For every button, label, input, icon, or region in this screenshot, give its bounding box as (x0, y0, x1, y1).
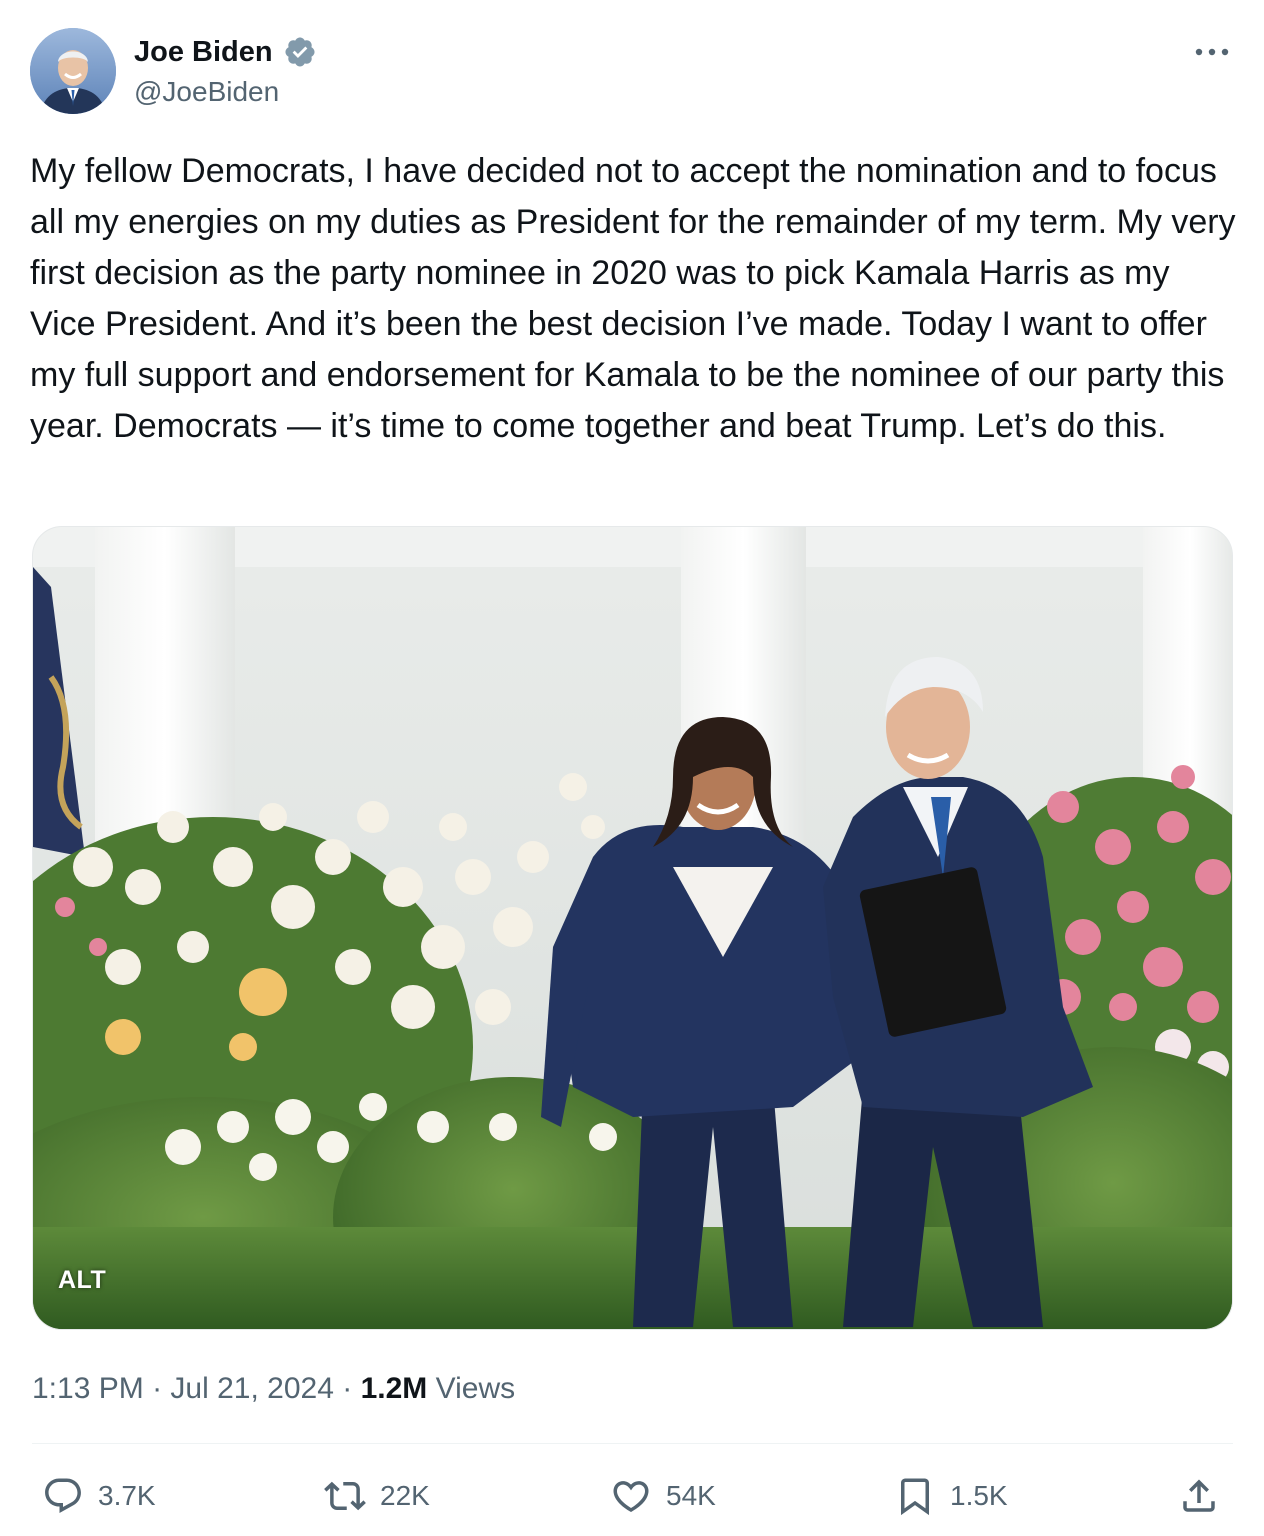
alt-badge[interactable]: ALT (58, 1266, 106, 1295)
repost-icon (324, 1481, 366, 1511)
tweet-date[interactable]: Jul 21, 2024 (170, 1372, 333, 1405)
author-name[interactable]: Joe Biden (134, 34, 273, 70)
meta-separator: · (342, 1372, 353, 1405)
bookmark-count: 1.5K (950, 1480, 1008, 1511)
tweet-header: Joe Biden @JoeBiden (30, 28, 1240, 114)
avatar[interactable] (30, 28, 116, 114)
views-count: 1.2M (360, 1372, 428, 1405)
verified-badge-icon[interactable] (283, 35, 317, 69)
like-count: 54K (666, 1480, 716, 1511)
share-button[interactable] (1178, 1466, 1234, 1526)
reply-button[interactable]: 3.7K (42, 1466, 156, 1526)
share-icon (1183, 1479, 1215, 1512)
tweet-photo[interactable] (32, 526, 1233, 1330)
tweet-meta: 1:13 PM · Jul 21, 2024 · 1.2M Views (32, 1368, 515, 1410)
views-label: Views (435, 1372, 516, 1405)
divider (32, 1443, 1233, 1444)
action-bar: 3.7K 22K 54K 1.5K (32, 1466, 1233, 1526)
author-handle[interactable]: @JoeBiden (134, 74, 317, 110)
tweet-text: My fellow Democrats, I have decided not … (30, 152, 1246, 445)
repost-count: 22K (380, 1480, 430, 1511)
more-horizontal-icon[interactable] (1192, 42, 1232, 62)
meta-separator: · (152, 1372, 163, 1405)
reply-icon (45, 1478, 81, 1513)
bookmark-button[interactable]: 1.5K (894, 1466, 1008, 1526)
tweet-time[interactable]: 1:13 PM (32, 1372, 144, 1405)
repost-button[interactable]: 22K (324, 1466, 430, 1526)
heart-icon (613, 1481, 649, 1513)
reply-count: 3.7K (98, 1480, 156, 1511)
bookmark-icon (901, 1478, 929, 1516)
like-button[interactable]: 54K (610, 1466, 716, 1526)
